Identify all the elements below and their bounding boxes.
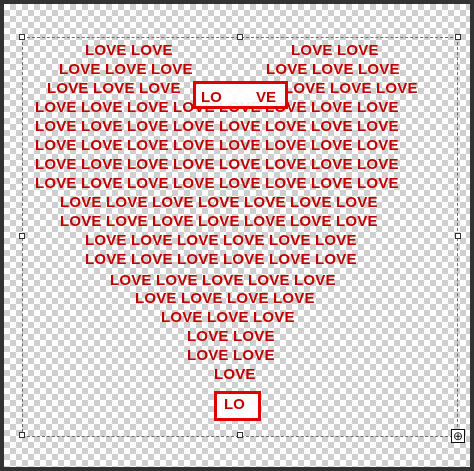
anchor-icon[interactable]: ⊕	[451, 429, 465, 443]
heart-line: LOVE LOVE LOVE LOVE LOVE LOVE	[85, 232, 357, 249]
heart-line: LOVE LOVE	[187, 328, 275, 345]
heart-line: LOVE LOVE LOVE LOVE LOVE LOVE LOVE LOVE	[35, 118, 399, 135]
handle-top-left[interactable]	[19, 34, 25, 40]
workspace: LOVE LOVE LOVE LOVE LOVE LOVE LOVE LOVE LOV…	[0, 0, 474, 471]
heart-line: LOVE LOVE LOVE LOVE LOVE LOVE LOVE LOVE	[35, 156, 399, 173]
heart-line: LOVE LOVE LOVE	[47, 80, 181, 97]
heart-line: LOVE LOVE LOVE LOVE LOVE LOVE LOVE	[60, 194, 378, 211]
heart-line: LOVE LOVE LOVE	[266, 61, 400, 78]
heart-line: LOVE LOVE	[85, 42, 173, 59]
heart-line: LOVE LOVE	[291, 42, 379, 59]
heart-line: LOVE LOVE LOVE LOVE LOVE	[110, 272, 336, 289]
handle-middle-right[interactable]	[455, 233, 461, 239]
heart-line: LOVE LOVE LOVE LOVE LOVE LOVE LOVE LOVE	[35, 175, 399, 192]
heart-line: LOVE LOVE LOVE	[161, 309, 295, 326]
heart-line: LOVE LOVE LOVE	[59, 61, 193, 78]
heart-line: LOVE	[214, 366, 256, 383]
handle-middle-left[interactable]	[19, 233, 25, 239]
heart-line: LOVE LOVE LOVE LOVE LOVE LOVE LOVE LOVE	[35, 137, 399, 154]
canvas[interactable]: LOVE LOVE LOVE LOVE LOVE LOVE LOVE LOVE LOV…	[4, 4, 470, 467]
handle-top-right[interactable]	[455, 34, 461, 40]
highlight-top-left-text: LO	[201, 89, 222, 106]
highlight-top-right-text: VE	[256, 89, 277, 106]
handle-top-middle[interactable]	[237, 34, 243, 40]
heart-line: LOVE LOVE LOVE LOVE LOVE LOVE	[85, 251, 357, 268]
handle-bottom-middle[interactable]	[237, 432, 243, 438]
heart-line: LOVE LOVE LOVE LOVE	[135, 290, 315, 307]
heart-line: LOVE LOVE	[187, 347, 275, 364]
handle-bottom-left[interactable]	[19, 432, 25, 438]
heart-line: LOVE LOVE LOVE	[284, 80, 418, 97]
heart-line: LOVE LOVE LOVE LOVE LOVE LOVE LOVE	[60, 213, 378, 230]
highlight-bottom-text: LO	[224, 396, 245, 413]
